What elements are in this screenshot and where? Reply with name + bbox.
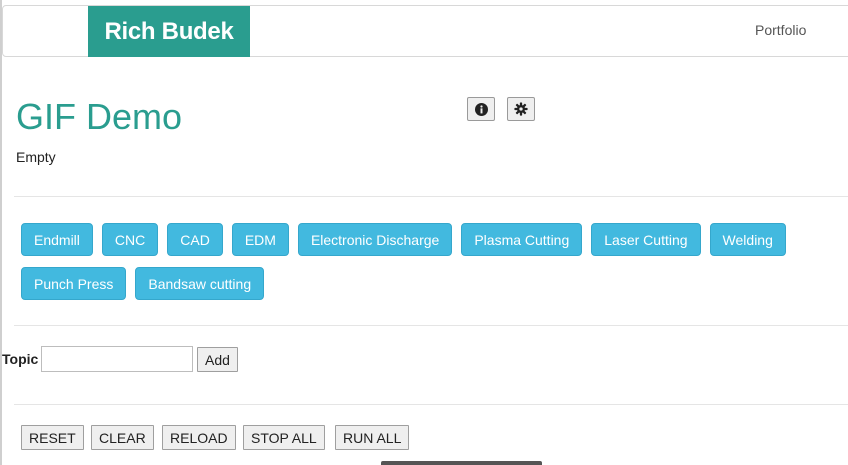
tag-button[interactable]: EDM bbox=[231, 223, 289, 256]
divider bbox=[14, 196, 848, 197]
tag-button[interactable]: Bandsaw cutting bbox=[135, 267, 265, 300]
tag-button[interactable]: Punch Press bbox=[21, 267, 127, 300]
tag-button[interactable]: CNC bbox=[101, 223, 159, 256]
scroll-indicator bbox=[381, 461, 542, 465]
stop-all-button[interactable]: STOP ALL bbox=[243, 425, 325, 450]
tag-row-1: Endmill CNC CAD EDM Electronic Discharge… bbox=[21, 223, 786, 256]
divider bbox=[14, 325, 848, 326]
brand-logo[interactable]: Rich Budek bbox=[88, 6, 250, 57]
tag-button[interactable]: CAD bbox=[167, 223, 223, 256]
reload-button[interactable]: RELOAD bbox=[162, 425, 236, 450]
topic-input[interactable] bbox=[41, 346, 193, 372]
nav-link-portfolio[interactable]: Portfolio bbox=[755, 22, 806, 38]
info-button[interactable] bbox=[467, 97, 495, 121]
reset-button[interactable]: RESET bbox=[21, 425, 84, 450]
status-text: Empty bbox=[16, 149, 56, 165]
tag-button[interactable]: Laser Cutting bbox=[591, 223, 701, 256]
settings-button[interactable] bbox=[507, 97, 535, 121]
tag-button[interactable]: Plasma Cutting bbox=[461, 223, 583, 256]
page-left-edge bbox=[0, 0, 2, 465]
tag-button[interactable]: Endmill bbox=[21, 223, 93, 256]
add-button[interactable]: Add bbox=[197, 347, 238, 372]
page-title: GIF Demo bbox=[16, 96, 183, 137]
topic-label: Topic bbox=[2, 351, 39, 367]
clear-button[interactable]: CLEAR bbox=[91, 425, 154, 450]
info-icon bbox=[474, 102, 488, 116]
run-all-button[interactable]: RUN ALL bbox=[335, 425, 410, 450]
tag-row-2: Punch Press Bandsaw cutting bbox=[21, 267, 265, 300]
gear-icon bbox=[514, 102, 528, 116]
navbar: Rich Budek Portfolio bbox=[2, 5, 848, 57]
tag-button[interactable]: Welding bbox=[709, 223, 786, 256]
tag-button[interactable]: Electronic Discharge bbox=[297, 223, 453, 256]
divider bbox=[14, 404, 848, 405]
